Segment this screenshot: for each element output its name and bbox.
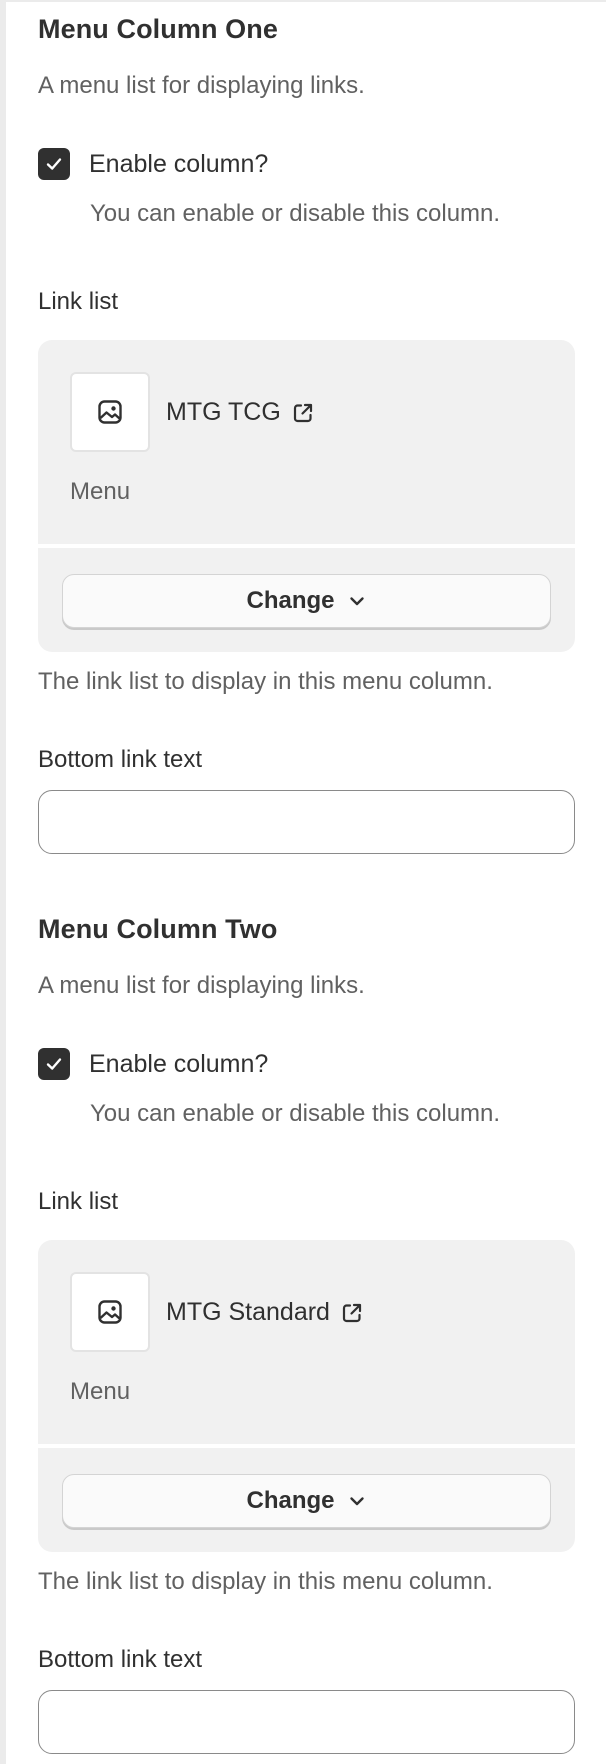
link-title: MTG Standard — [166, 1298, 330, 1326]
enable-column-checkbox[interactable] — [38, 148, 70, 180]
link-list-help: The link list to display in this menu co… — [38, 1568, 493, 1595]
change-button-label: Change — [246, 587, 335, 614]
link-type: Menu — [70, 478, 131, 505]
enable-column-label[interactable]: Enable column? — [89, 1050, 268, 1079]
section-description: A menu list for displaying links. — [38, 972, 365, 999]
enable-column-row: Enable column? — [38, 148, 268, 180]
enable-column-help: You can enable or disable this column. — [90, 200, 501, 227]
link-list-preview: MTG TCG Menu — [38, 340, 575, 544]
change-button-label: Change — [246, 1487, 335, 1514]
enable-column-checkbox[interactable] — [38, 1048, 70, 1080]
link-thumbnail — [70, 372, 150, 452]
image-icon — [98, 1300, 122, 1324]
chevron-down-icon — [347, 591, 367, 611]
card-divider — [38, 1444, 575, 1448]
section-title: Menu Column Two — [38, 914, 278, 944]
check-icon — [46, 1058, 62, 1070]
enable-column-help: You can enable or disable this column. — [90, 1100, 501, 1127]
image-icon — [98, 400, 122, 424]
link-title-row: MTG Standard — [166, 1298, 364, 1327]
link-type: Menu — [70, 1378, 131, 1405]
change-button[interactable]: Change — [62, 1474, 551, 1528]
section-title: Menu Column One — [38, 14, 278, 44]
link-list-card: MTG Standard Menu Change — [38, 1240, 575, 1552]
chevron-down-icon — [347, 1491, 367, 1511]
enable-column-label[interactable]: Enable column? — [89, 150, 268, 179]
link-title: MTG TCG — [166, 398, 281, 426]
change-button[interactable]: Change — [62, 574, 551, 628]
link-list-preview: MTG Standard Menu — [38, 1240, 575, 1444]
bottom-link-text-label: Bottom link text — [38, 746, 203, 773]
section-description: A menu list for displaying links. — [38, 72, 365, 99]
bottom-link-text-label: Bottom link text — [38, 1646, 203, 1673]
external-link-icon[interactable] — [291, 401, 315, 425]
link-list-label: Link list — [38, 1188, 119, 1215]
link-list-card: MTG TCG Menu Change — [38, 340, 575, 652]
link-title-row: MTG TCG — [166, 398, 315, 427]
external-link-icon[interactable] — [340, 1301, 364, 1325]
settings-panel: Menu Column One A menu list for displayi… — [0, 0, 606, 1764]
card-divider — [38, 544, 575, 548]
check-icon — [46, 158, 62, 170]
bottom-link-text-input[interactable] — [38, 1690, 575, 1754]
enable-column-row: Enable column? — [38, 1048, 268, 1080]
bottom-link-text-input[interactable] — [38, 790, 575, 854]
link-list-label: Link list — [38, 288, 119, 315]
link-list-help: The link list to display in this menu co… — [38, 668, 493, 695]
link-thumbnail — [70, 1272, 150, 1352]
